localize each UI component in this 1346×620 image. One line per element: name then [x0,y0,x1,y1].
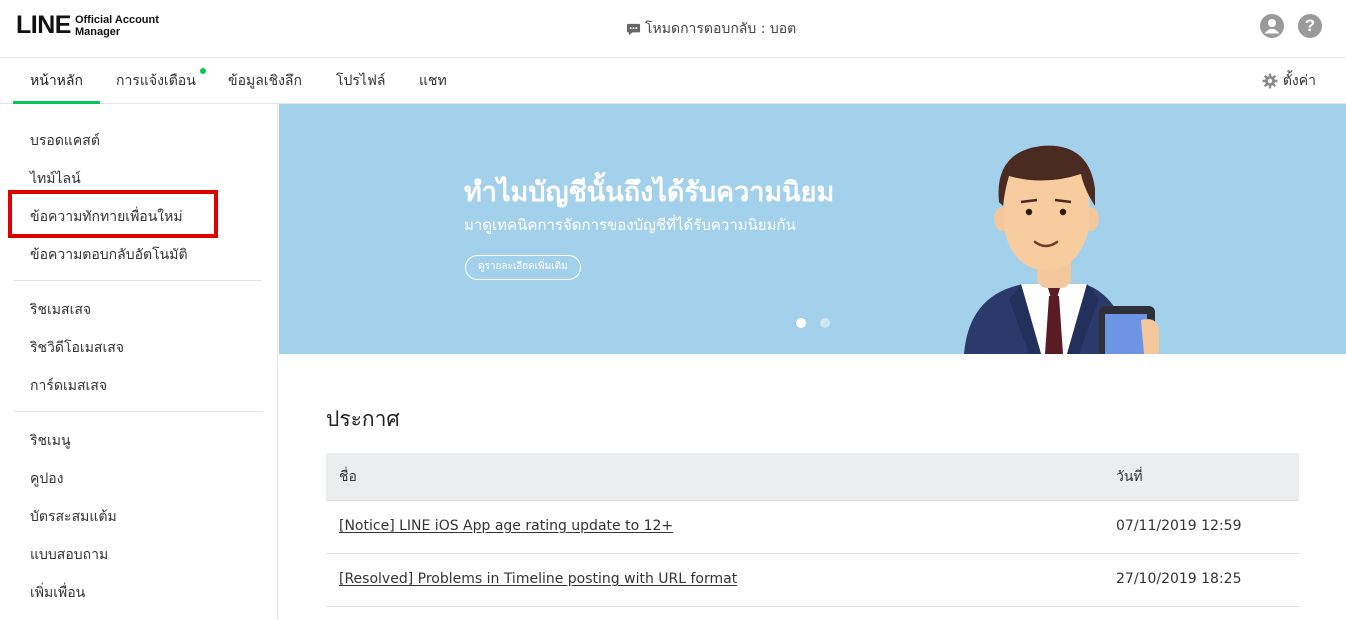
settings-label: ตั้งค่า [1282,73,1316,89]
logo-main-text: LINE [16,11,71,39]
chat-bubble-icon [626,23,641,35]
carousel-dot-active[interactable] [796,318,806,328]
header-icons: ? [1246,14,1322,38]
sidebar-item-survey[interactable]: แบบสอบถาม [30,544,108,566]
sidebar: บรอดแคสต์ ไทม์ไลน์ ข้อความทักทายเพื่อนให… [0,104,278,620]
help-icon[interactable]: ? [1298,14,1322,38]
logo-sub-line1: Official Account [74,13,159,26]
banner-more-button[interactable]: ดูรายละเอียดเพิ่มเติม [465,255,581,280]
highlight-annotation-box [8,190,218,238]
sidebar-item-add-friend[interactable]: เพิ่มเพื่อน [30,582,85,604]
sidebar-item-coupon[interactable]: คูปอง [30,468,64,490]
table-header: ชื่อ วันที่ [326,453,1299,501]
promo-banner[interactable]: ทำไมบัญชีนั้นถึงได้รับความนิยม มาดูเทคนิ… [279,104,1346,354]
column-header-date: วันที่ [1116,469,1143,485]
sidebar-item-timeline[interactable]: ไทม์ไลน์ [30,168,81,190]
tab-insights[interactable]: ข้อมูลเชิงลึก [228,58,302,104]
sidebar-item-reward-card[interactable]: บัตรสะสมแต้ม [30,506,117,528]
gear-icon [1262,73,1278,89]
tab-notifications[interactable]: การแจ้งเตือน [116,58,196,104]
announcements-title: ประกาศ [326,407,400,431]
announcement-date: 07/11/2019 12:59 [1116,518,1242,534]
sidebar-item-auto-reply[interactable]: ข้อความตอบกลับอัตโนมัติ [30,244,188,266]
announcements-table: ชื่อ วันที่ [Notice] LINE iOS App age ra… [326,453,1299,607]
announcement-date: 27/10/2019 18:25 [1116,571,1242,587]
table-row: [Notice] LINE iOS App age rating update … [326,501,1299,554]
response-mode-text: โหมดการตอบกลับ : บอต [645,21,797,37]
main-nav: หน้าหลัก การแจ้งเตือน ข้อมูลเชิงลึก โปรไ… [0,58,1346,104]
sidebar-item-card-message[interactable]: การ์ดเมสเสจ [30,375,107,397]
line-oa-logo[interactable]: LINE Official Account Manager [16,13,159,38]
sidebar-item-rich-video-message[interactable]: ริชวิดีโอเมสเสจ [30,337,124,359]
notification-dot [200,68,206,74]
response-mode-indicator[interactable]: โหมดการตอบกลับ : บอต [626,18,796,40]
businessman-illustration [964,145,1159,354]
logo-sub-text: Official Account Manager [75,14,159,38]
account-icon[interactable] [1260,14,1284,38]
carousel-dot[interactable] [820,318,830,328]
sidebar-item-broadcast[interactable]: บรอดแคสต์ [30,130,100,152]
user-silhouette-icon [1264,19,1280,34]
top-header: LINE Official Account Manager โหมดการตอบ… [0,0,1346,58]
tab-chat[interactable]: แชท [419,58,447,104]
logo-sub-line2: Manager [74,25,121,38]
announcement-link[interactable]: [Notice] LINE iOS App age rating update … [339,501,673,551]
sidebar-item-rich-message[interactable]: ริชเมสเสจ [30,299,91,321]
sidebar-item-rich-menu[interactable]: ริชเมนู [30,430,71,452]
column-header-title: ชื่อ [339,469,357,485]
settings-link[interactable]: ตั้งค่า [1262,58,1316,104]
sidebar-divider [14,411,262,412]
announcement-link[interactable]: [Resolved] Problems in Timeline posting … [339,554,737,604]
banner-subtitle: มาดูเทคนิคการจัดการของบัญชีที่ได้รับความ… [464,216,796,234]
sidebar-divider [14,280,262,281]
banner-title: ทำไมบัญชีนั้นถึงได้รับความนิยม [464,177,835,208]
table-row: [Resolved] Problems in Timeline posting … [326,554,1299,607]
tab-profile[interactable]: โปรไฟล์ [336,58,385,104]
tab-home[interactable]: หน้าหลัก [13,58,100,104]
